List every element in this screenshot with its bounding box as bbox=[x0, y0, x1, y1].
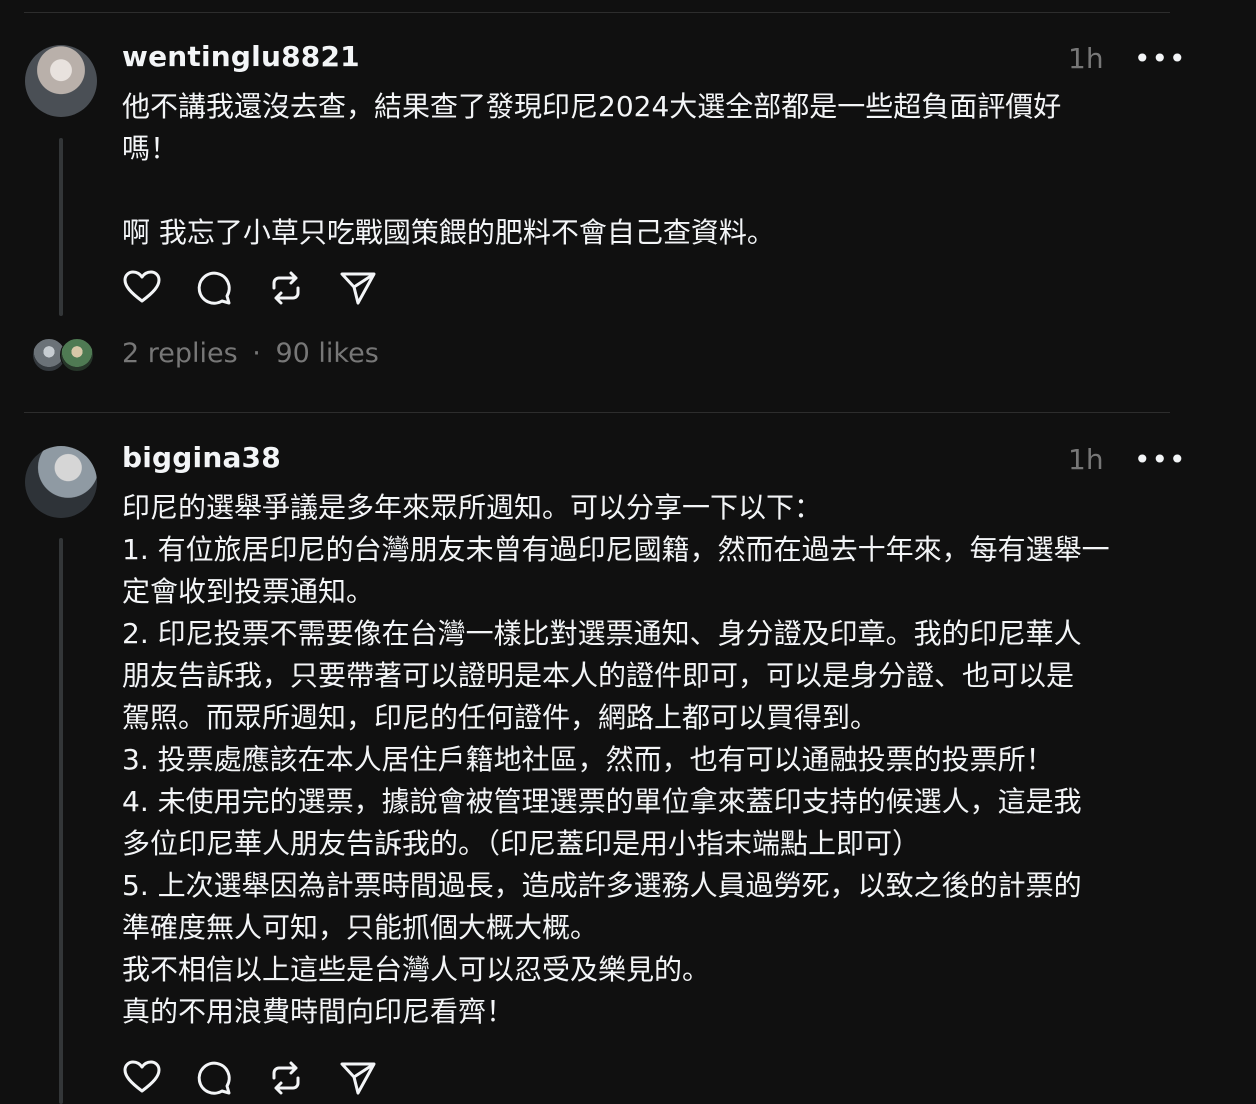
post-text: 印尼的選舉爭議是多年來眾所週知。可以分享一下以下： 1. 有位旅居印尼的台灣朋友… bbox=[122, 491, 1110, 1028]
share-icon[interactable] bbox=[338, 1058, 378, 1098]
more-options-button[interactable]: ••• bbox=[1134, 443, 1187, 476]
replier-avatar bbox=[60, 338, 94, 372]
repost-icon[interactable] bbox=[266, 268, 306, 308]
avatar[interactable] bbox=[25, 446, 97, 518]
username[interactable]: wentinglu8821 bbox=[122, 40, 360, 73]
thread-line bbox=[59, 138, 63, 316]
replier-avatars bbox=[32, 338, 94, 372]
repost-icon[interactable] bbox=[266, 1058, 306, 1098]
timestamp: 1h bbox=[1068, 42, 1104, 75]
heart-icon[interactable] bbox=[122, 268, 162, 308]
post-divider bbox=[24, 412, 1170, 413]
engagement-stats: 2 replies · 90 likes bbox=[122, 338, 379, 369]
comment-icon[interactable] bbox=[194, 1058, 234, 1098]
heart-icon[interactable] bbox=[122, 1058, 162, 1098]
action-bar bbox=[122, 1058, 382, 1098]
top-divider bbox=[24, 12, 1170, 13]
replies-count[interactable]: 2 replies bbox=[122, 338, 238, 369]
post-text: 他不講我還沒去查，結果查了發現印尼2024大選全部都是一些超負面評價好 嗎！ 啊… bbox=[122, 90, 1062, 249]
stats-separator: · bbox=[252, 338, 261, 369]
thread-line bbox=[59, 538, 63, 1104]
action-bar bbox=[122, 268, 382, 308]
comment-icon[interactable] bbox=[194, 268, 234, 308]
likes-count[interactable]: 90 likes bbox=[275, 338, 378, 369]
share-icon[interactable] bbox=[338, 268, 378, 308]
more-options-button[interactable]: ••• bbox=[1134, 42, 1187, 75]
avatar[interactable] bbox=[25, 45, 97, 117]
timestamp: 1h bbox=[1068, 443, 1104, 476]
username[interactable]: biggina38 bbox=[122, 441, 281, 474]
